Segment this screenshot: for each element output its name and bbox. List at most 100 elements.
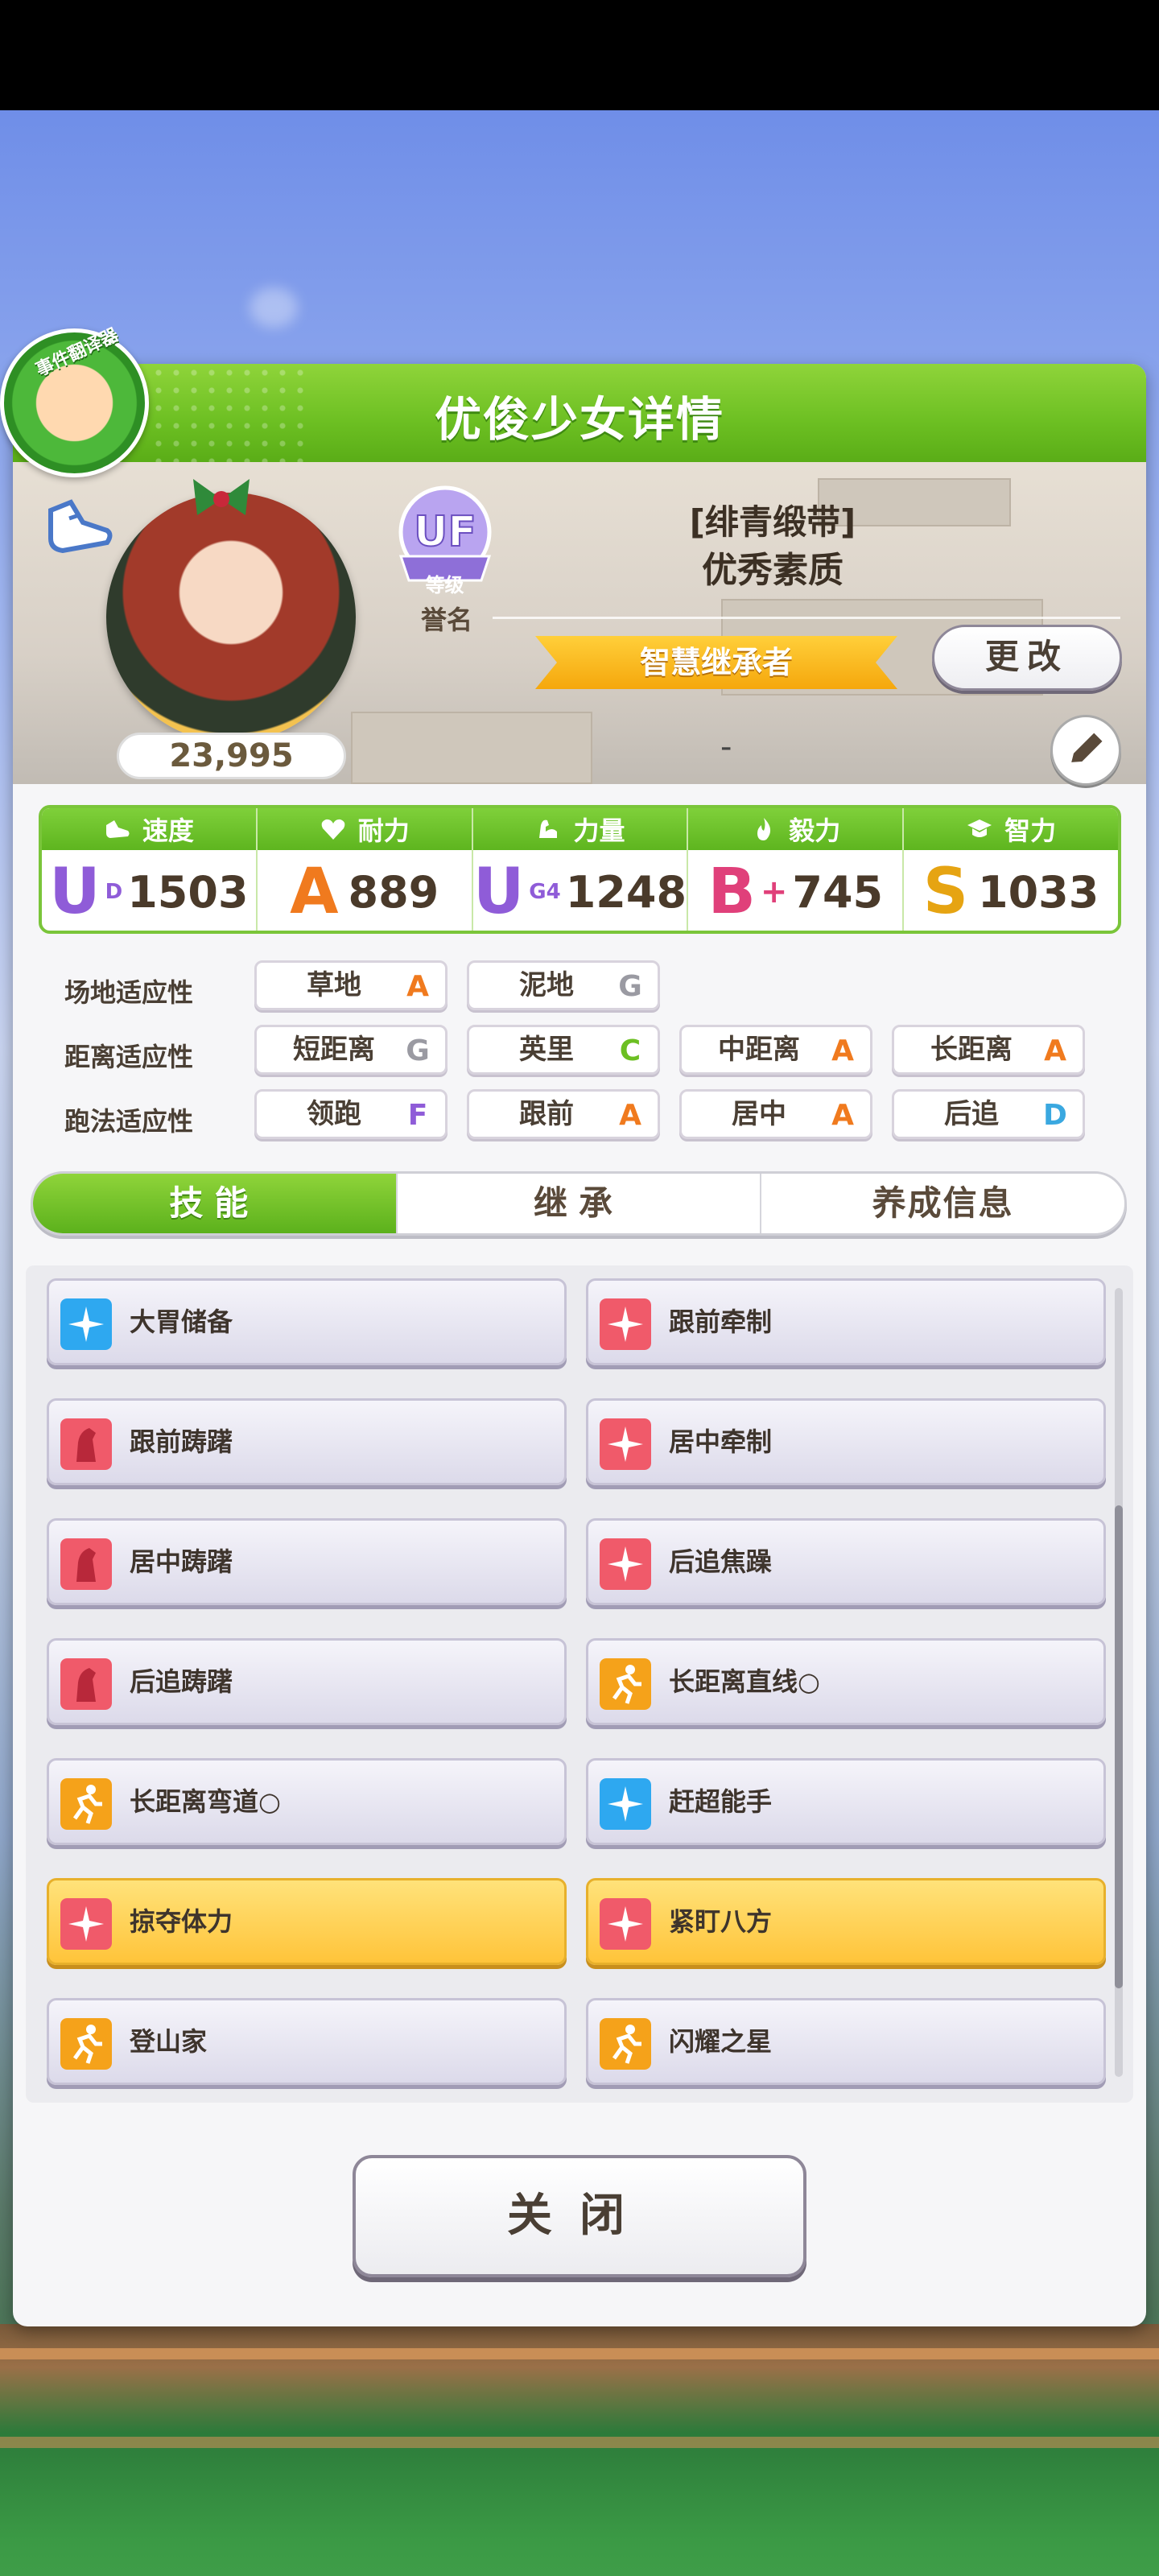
skill-item[interactable]: 登山家 [47, 1998, 567, 2085]
apt-name: 草地 [307, 969, 361, 1001]
inherit-banner: 智慧继承者 [535, 636, 897, 689]
runner-orange-icon [60, 2018, 112, 2070]
stat-guts: 毅力 B +745 [688, 808, 905, 931]
apt-turf: 草地 A [254, 960, 448, 1010]
stat-grade: U [472, 856, 525, 928]
skill-label: 后追焦躁 [669, 1546, 773, 1577]
stat-grade: U [49, 856, 101, 928]
apt-medium: 中距离 A [679, 1025, 872, 1075]
apt-sprint: 短距离 G [254, 1025, 448, 1075]
status-bar [0, 0, 1159, 110]
shoe-icon [105, 820, 130, 838]
stat-label: 力量 [573, 815, 625, 846]
surface-aptitude-label: 场地适应性 [64, 977, 194, 1008]
stat-label: 耐力 [357, 815, 410, 846]
sparkle-red-icon [600, 1298, 651, 1350]
runner-orange-icon [60, 1778, 112, 1830]
skill-item[interactable]: 大胃储备 [47, 1278, 567, 1365]
tab-skills[interactable]: 技能 [33, 1174, 398, 1233]
skill-label: 登山家 [130, 2026, 208, 2057]
apt-grade: G [406, 1034, 430, 1067]
stat-value: 1033 [978, 866, 1099, 918]
change-title-button[interactable]: 更改 [932, 625, 1122, 691]
stat-grade-sub: D [105, 880, 123, 904]
apt-grade: A [831, 1034, 854, 1067]
apt-grade: F [407, 1099, 428, 1132]
tab-training-info[interactable]: 养成信息 [761, 1174, 1124, 1233]
apt-name: 居中 [732, 1098, 786, 1130]
skill-label: 居中牵制 [669, 1426, 773, 1457]
tab-inheritance[interactable]: 继承 [398, 1174, 762, 1233]
stat-grade: A [290, 856, 339, 928]
skill-label: 后追踌躇 [130, 1666, 233, 1697]
stat-value: 745 [792, 866, 884, 918]
divider [493, 617, 1120, 619]
skill-item[interactable]: 长距离直线○ [586, 1638, 1106, 1725]
skill-label: 赶超能手 [669, 1786, 773, 1817]
distance-aptitude-label: 距离适应性 [64, 1042, 194, 1072]
apt-end: 后追 D [892, 1089, 1085, 1139]
apt-name: 泥地 [519, 969, 574, 1001]
honor-value: - [720, 729, 732, 766]
pencil-icon [1071, 733, 1103, 762]
apt-mile: 英里 C [467, 1025, 660, 1075]
apt-pace: 跟前 A [467, 1089, 660, 1139]
stat-grade: B [707, 856, 756, 928]
edit-button[interactable] [1050, 715, 1121, 786]
skill-label: 闪耀之星 [669, 2026, 773, 2057]
horse-red-icon [60, 1538, 112, 1590]
apt-name: 英里 [519, 1034, 574, 1066]
graduation-cap-icon [967, 819, 992, 837]
muscle-icon [539, 819, 558, 838]
skill-label: 跟前踌躇 [130, 1426, 233, 1457]
rank-caption: 等级 [425, 574, 464, 597]
apt-front: 领跑 F [254, 1089, 448, 1139]
stat-value: 889 [348, 866, 439, 918]
skill-item[interactable]: 长距离弯道○ [47, 1758, 567, 1845]
skill-label: 居中踌躇 [130, 1546, 233, 1577]
apt-grade: A [1044, 1034, 1066, 1067]
skill-item[interactable]: 赶超能手 [586, 1758, 1106, 1845]
skill-item[interactable]: 闪耀之星 [586, 1998, 1106, 2085]
apt-dirt: 泥地 G [467, 960, 660, 1010]
apt-grade: A [619, 1099, 641, 1132]
skill-item[interactable]: 后追踌躇 [47, 1638, 567, 1725]
apt-name: 后追 [944, 1098, 999, 1130]
apt-name: 长距离 [930, 1034, 1013, 1066]
scrollbar-thumb[interactable] [1115, 1505, 1123, 1988]
sparkle-red-icon [60, 1898, 112, 1950]
apt-grade: A [406, 970, 429, 1003]
skill-label: 跟前牵制 [669, 1307, 773, 1337]
stat-label: 速度 [142, 815, 194, 846]
flame-icon [757, 818, 771, 840]
apt-name: 短距离 [293, 1034, 375, 1066]
horse-red-icon [60, 1418, 112, 1470]
skill-item[interactable]: 跟前牵制 [586, 1278, 1106, 1365]
apt-grade: G [618, 970, 642, 1003]
skill-item[interactable]: 居中踌躇 [47, 1518, 567, 1605]
skill-item[interactable]: 居中牵制 [586, 1398, 1106, 1485]
stat-value: 1248 [565, 866, 687, 918]
skill-label: 大胃储备 [130, 1307, 233, 1337]
skill-item[interactable]: 后追焦躁 [586, 1518, 1106, 1605]
tab-bar: 技能 继承 养成信息 [31, 1171, 1127, 1236]
ribbon-icon [193, 479, 250, 515]
fan-count: 23,995 [117, 733, 346, 779]
page-title: 优俊少女详情 [434, 392, 724, 447]
shoe-icon[interactable] [39, 486, 119, 567]
stat-stamina: 耐力 A 889 [257, 808, 473, 931]
panel-header: 优俊少女详情 [13, 364, 1146, 462]
sparkle-red-icon [600, 1418, 651, 1470]
skill-item-gold[interactable]: 掠夺体力 [47, 1878, 567, 1965]
skill-label: 掠夺体力 [130, 1906, 233, 1937]
stat-power: 力量 U G4 1248 [472, 808, 689, 931]
runner-orange-icon [600, 2018, 651, 2070]
stat-value: 1503 [127, 866, 249, 918]
strategy-aptitude-label: 跑法适应性 [64, 1106, 194, 1137]
skill-item-gold[interactable]: 紧盯八方 [586, 1878, 1106, 1965]
skills-scrollbar[interactable] [1115, 1288, 1123, 2077]
apt-name: 领跑 [307, 1098, 361, 1130]
apt-name: 跟前 [519, 1098, 574, 1130]
skill-item[interactable]: 跟前踌躇 [47, 1398, 567, 1485]
close-button[interactable]: 关闭 [353, 2155, 806, 2277]
